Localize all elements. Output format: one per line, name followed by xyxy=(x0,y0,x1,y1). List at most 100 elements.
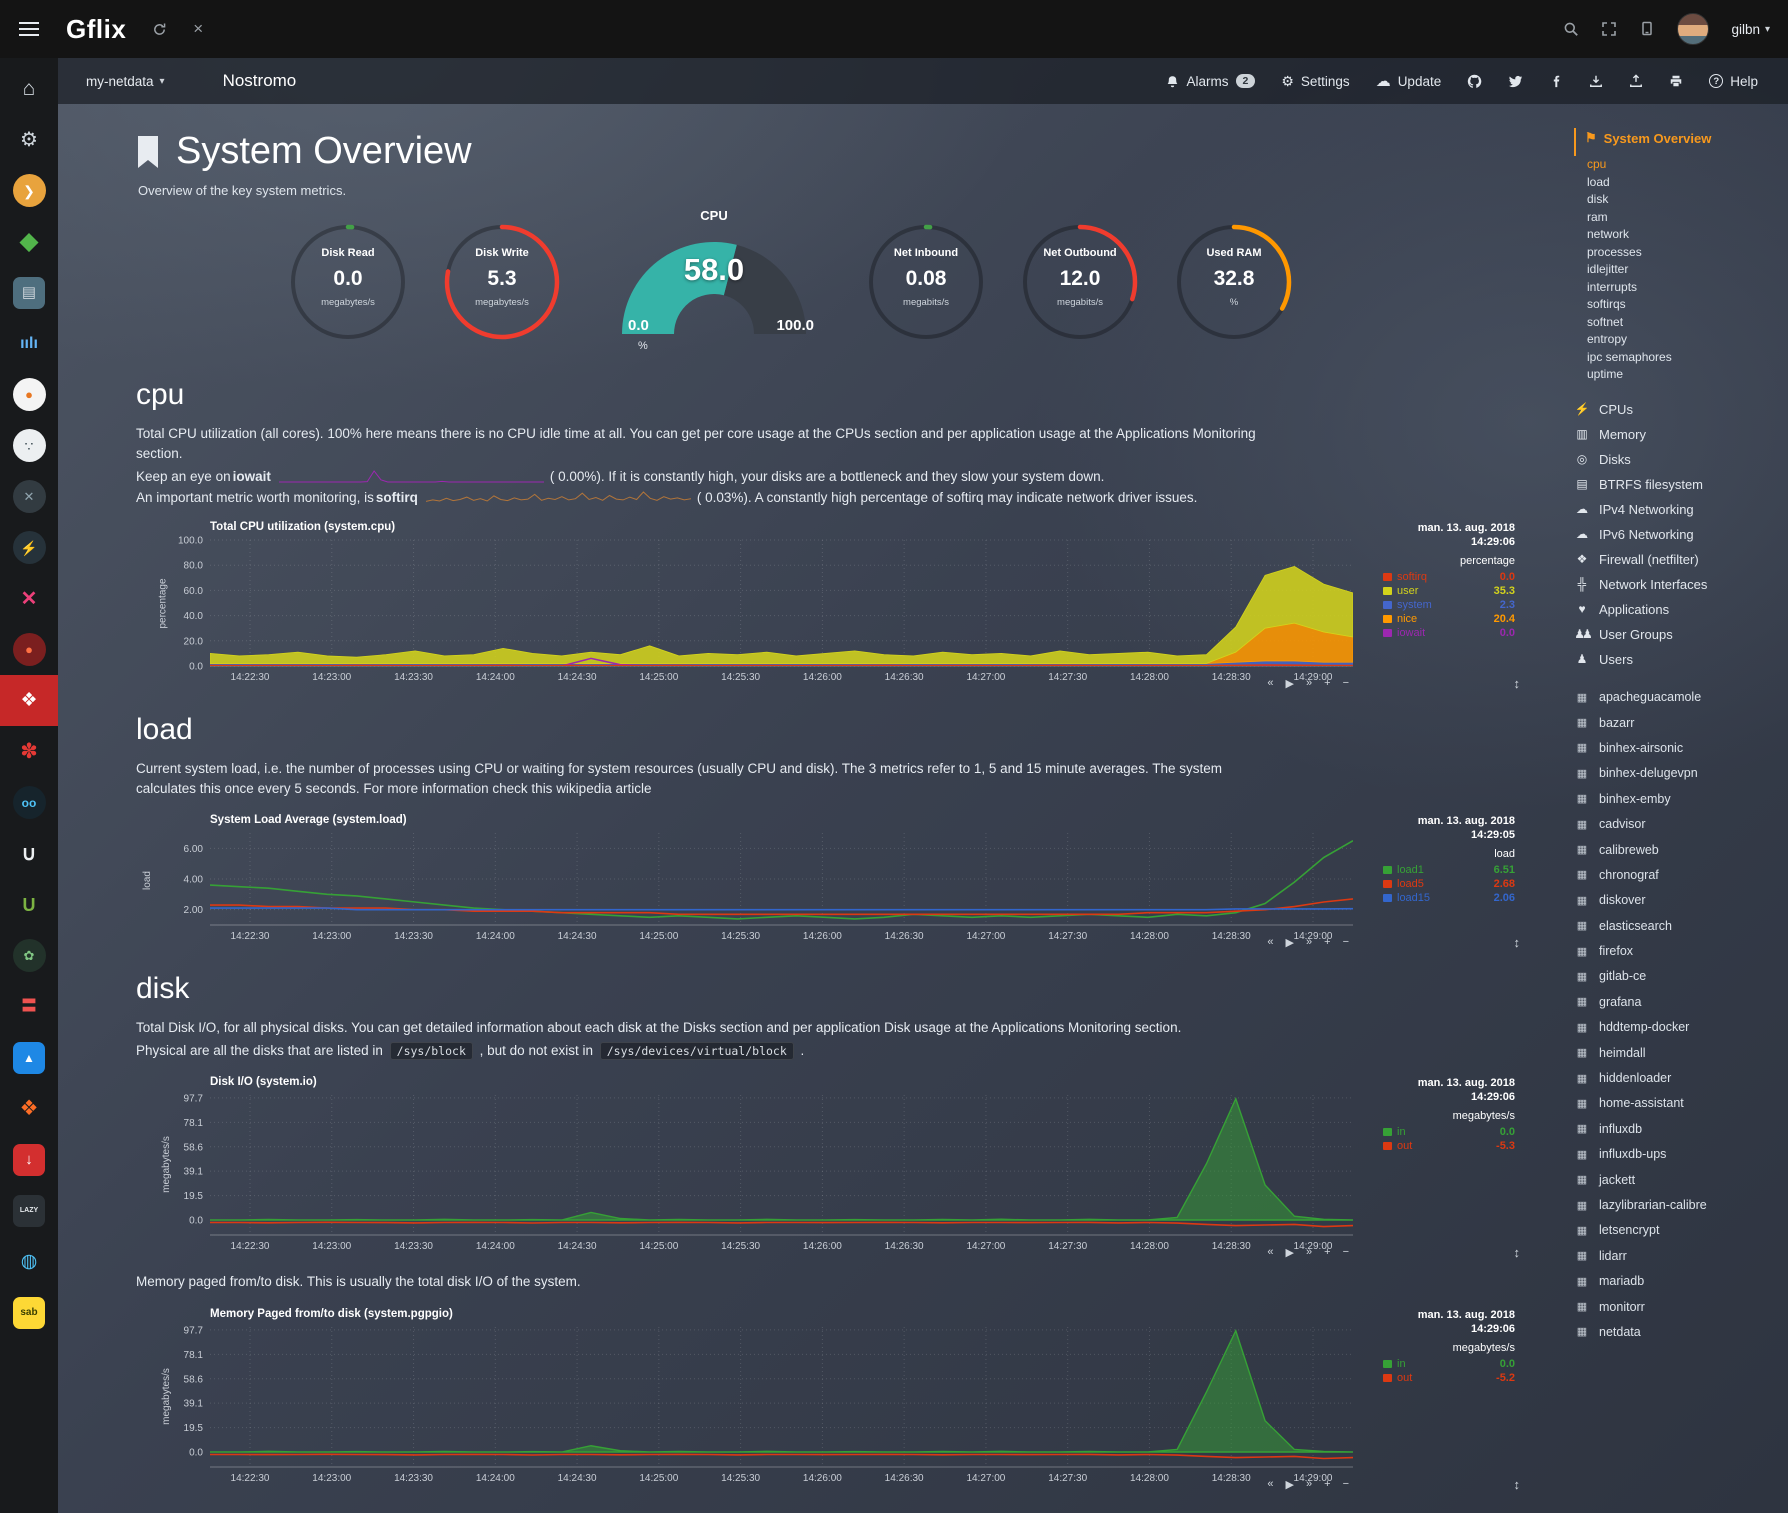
menu-app-netdata[interactable]: ▦netdata xyxy=(1574,1319,1778,1344)
app-icon-ladybug[interactable]: ● xyxy=(0,624,58,675)
facebook-button[interactable] xyxy=(1549,74,1563,88)
app-icon-lazylibrarian[interactable]: LAZY xyxy=(0,1185,58,1236)
refresh-icon[interactable] xyxy=(152,22,167,37)
hamburger-menu-button[interactable] xyxy=(0,0,58,58)
menu-app-elasticsearch[interactable]: ▦elasticsearch xyxy=(1574,913,1778,938)
menu-item-processes[interactable]: processes xyxy=(1587,244,1778,262)
menu-app-lidarr[interactable]: ▦lidarr xyxy=(1574,1243,1778,1268)
chart-resize-handle[interactable]: ↕ xyxy=(1514,676,1521,691)
iowait-sparkline[interactable] xyxy=(279,469,544,484)
app-icon-gitlab[interactable]: ❖ xyxy=(0,1083,58,1134)
menu-item-idlejitter[interactable]: idlejitter xyxy=(1587,261,1778,279)
app-icon-download-tile[interactable]: ↓ xyxy=(0,1134,58,1185)
menu-app-bazarr[interactable]: ▦bazarr xyxy=(1574,710,1778,735)
chart-back-button[interactable]: « xyxy=(1267,936,1273,949)
menu-app-mariadb[interactable]: ▦mariadb xyxy=(1574,1268,1778,1293)
chart-play-button[interactable]: ▶ xyxy=(1286,677,1294,690)
menu-item-load[interactable]: load xyxy=(1587,174,1778,192)
menu-app-grafana[interactable]: ▦grafana xyxy=(1574,989,1778,1014)
legend-series-softirq[interactable]: softirq0.0 xyxy=(1383,570,1515,584)
app-icon-jackett[interactable]: ● xyxy=(0,369,58,420)
app-icon-calibre[interactable]: ▤ xyxy=(0,267,58,318)
app-icon-plex[interactable]: ❯ xyxy=(0,165,58,216)
alarms-button[interactable]: Alarms 2 xyxy=(1166,74,1255,89)
gauge-used-ram[interactable]: Used RAM32.8% xyxy=(1172,220,1296,344)
help-button[interactable]: ? Help xyxy=(1709,74,1758,89)
host-selector[interactable]: my-netdata ▾ xyxy=(86,74,165,89)
import-button[interactable] xyxy=(1589,74,1603,88)
app-icon-unifi[interactable]: ∪ xyxy=(0,828,58,879)
menu-app-firefox[interactable]: ▦firefox xyxy=(1574,938,1778,963)
app-icon-grocy[interactable]: ⚡ xyxy=(0,522,58,573)
app-icon-pills[interactable]: 〓 xyxy=(0,981,58,1032)
menu-app-apacheguacamole[interactable]: ▦apacheguacamole xyxy=(1574,685,1778,710)
menu-section-cpus[interactable]: ⚡CPUs xyxy=(1574,397,1778,422)
chart-zoom-in-button[interactable]: + xyxy=(1324,1246,1330,1259)
github-button[interactable] xyxy=(1467,74,1482,89)
menu-item-system-overview[interactable]: ⚑System Overview xyxy=(1574,128,1778,156)
app-icon-xteve[interactable]: ✕ xyxy=(0,573,58,624)
menu-item-ipc-semaphores[interactable]: ipc semaphores xyxy=(1587,349,1778,367)
chart-resize-handle[interactable]: ↕ xyxy=(1514,1245,1521,1260)
menu-item-softirqs[interactable]: softirqs xyxy=(1587,296,1778,314)
print-button[interactable] xyxy=(1669,74,1683,88)
app-icon-pinwheel[interactable]: ✽ xyxy=(0,726,58,777)
legend-series-user[interactable]: user35.3 xyxy=(1383,584,1515,598)
fullscreen-icon[interactable] xyxy=(1601,21,1617,37)
chart-zoom-out-button[interactable]: − xyxy=(1343,677,1349,690)
app-icon-resilio-sync[interactable]: ❖ xyxy=(0,675,58,726)
chart-play-button[interactable]: ▶ xyxy=(1286,1478,1294,1491)
app-icon-droplet[interactable]: ◍ xyxy=(0,1236,58,1287)
menu-section-ipv6-networking[interactable]: ☁IPv6 Networking xyxy=(1574,522,1778,547)
menu-item-interrupts[interactable]: interrupts xyxy=(1587,279,1778,297)
chart-play-button[interactable]: ▶ xyxy=(1286,1246,1294,1259)
chart-zoom-in-button[interactable]: + xyxy=(1324,936,1330,949)
chart-back-button[interactable]: « xyxy=(1267,1478,1273,1491)
chart-zoom-out-button[interactable]: − xyxy=(1343,1246,1349,1259)
menu-section-users[interactable]: ♟Users xyxy=(1574,647,1778,672)
user-menu[interactable]: gilbn▾ xyxy=(1731,22,1770,37)
gauge-disk-read[interactable]: Disk Read0.0megabytes/s xyxy=(286,220,410,344)
menu-app-monitorr[interactable]: ▦monitorr xyxy=(1574,1294,1778,1319)
kiosk-icon[interactable] xyxy=(1639,21,1655,37)
menu-item-network[interactable]: network xyxy=(1587,226,1778,244)
menu-section-disks[interactable]: ◎Disks xyxy=(1574,447,1778,472)
menu-app-hiddenloader[interactable]: ▦hiddenloader xyxy=(1574,1065,1778,1090)
legend-series-iowait[interactable]: iowait0.0 xyxy=(1383,626,1515,640)
menu-app-hddtemp-docker[interactable]: ▦hddtemp-docker xyxy=(1574,1015,1778,1040)
menu-app-lazylibrarian-calibre[interactable]: ▦lazylibrarian-calibre xyxy=(1574,1192,1778,1217)
gauge-cpu[interactable]: CPU58.00.0100.0% xyxy=(594,208,834,356)
chart-forward-button[interactable]: » xyxy=(1306,936,1312,949)
gauge-disk-write[interactable]: Disk Write5.3megabytes/s xyxy=(440,220,564,344)
legend-series-in[interactable]: in0.0 xyxy=(1383,1357,1515,1371)
export-button[interactable] xyxy=(1629,74,1643,88)
menu-section-ipv4-networking[interactable]: ☁IPv4 Networking xyxy=(1574,497,1778,522)
legend-series-load5[interactable]: load52.68 xyxy=(1383,877,1515,891)
gauge-net-inbound[interactable]: Net Inbound0.08megabits/s xyxy=(864,220,988,344)
app-icon-ombi[interactable]: oo xyxy=(0,777,58,828)
app-icon-airsonic[interactable]: ıılı xyxy=(0,318,58,369)
menu-app-binhex-delugevpn[interactable]: ▦binhex-delugevpn xyxy=(1574,761,1778,786)
legend-series-system[interactable]: system2.3 xyxy=(1383,598,1515,612)
menu-app-letsencrypt[interactable]: ▦letsencrypt xyxy=(1574,1218,1778,1243)
menu-app-calibreweb[interactable]: ▦calibreweb xyxy=(1574,837,1778,862)
menu-app-chronograf[interactable]: ▦chronograf xyxy=(1574,862,1778,887)
app-icon-settings[interactable]: ⚙ xyxy=(0,114,58,165)
menu-app-influxdb-ups[interactable]: ▦influxdb-ups xyxy=(1574,1142,1778,1167)
menu-app-gitlab-ce[interactable]: ▦gitlab-ce xyxy=(1574,964,1778,989)
chart-canvas-system-io[interactable]: 14:22:3014:23:0014:23:3014:24:0014:24:30… xyxy=(164,1089,1361,1260)
menu-app-diskover[interactable]: ▦diskover xyxy=(1574,888,1778,913)
search-icon[interactable] xyxy=(1563,21,1579,37)
menu-app-jackett[interactable]: ▦jackett xyxy=(1574,1167,1778,1192)
menu-app-binhex-airsonic[interactable]: ▦binhex-airsonic xyxy=(1574,735,1778,760)
settings-button[interactable]: ⚙ Settings xyxy=(1281,73,1349,90)
menu-item-entropy[interactable]: entropy xyxy=(1587,331,1778,349)
chart-resize-handle[interactable]: ↕ xyxy=(1514,935,1521,950)
menu-item-ram[interactable]: ram xyxy=(1587,209,1778,227)
chart-back-button[interactable]: « xyxy=(1267,677,1273,690)
avatar[interactable] xyxy=(1677,13,1709,45)
menu-section-network-interfaces[interactable]: ╬Network Interfaces xyxy=(1574,572,1778,597)
app-icon-emby[interactable]: ◆ xyxy=(0,216,58,267)
chart-canvas-system-cpu[interactable]: 14:22:3014:23:0014:23:3014:24:0014:24:30… xyxy=(164,534,1361,691)
app-icon-photos[interactable]: ▲ xyxy=(0,1032,58,1083)
